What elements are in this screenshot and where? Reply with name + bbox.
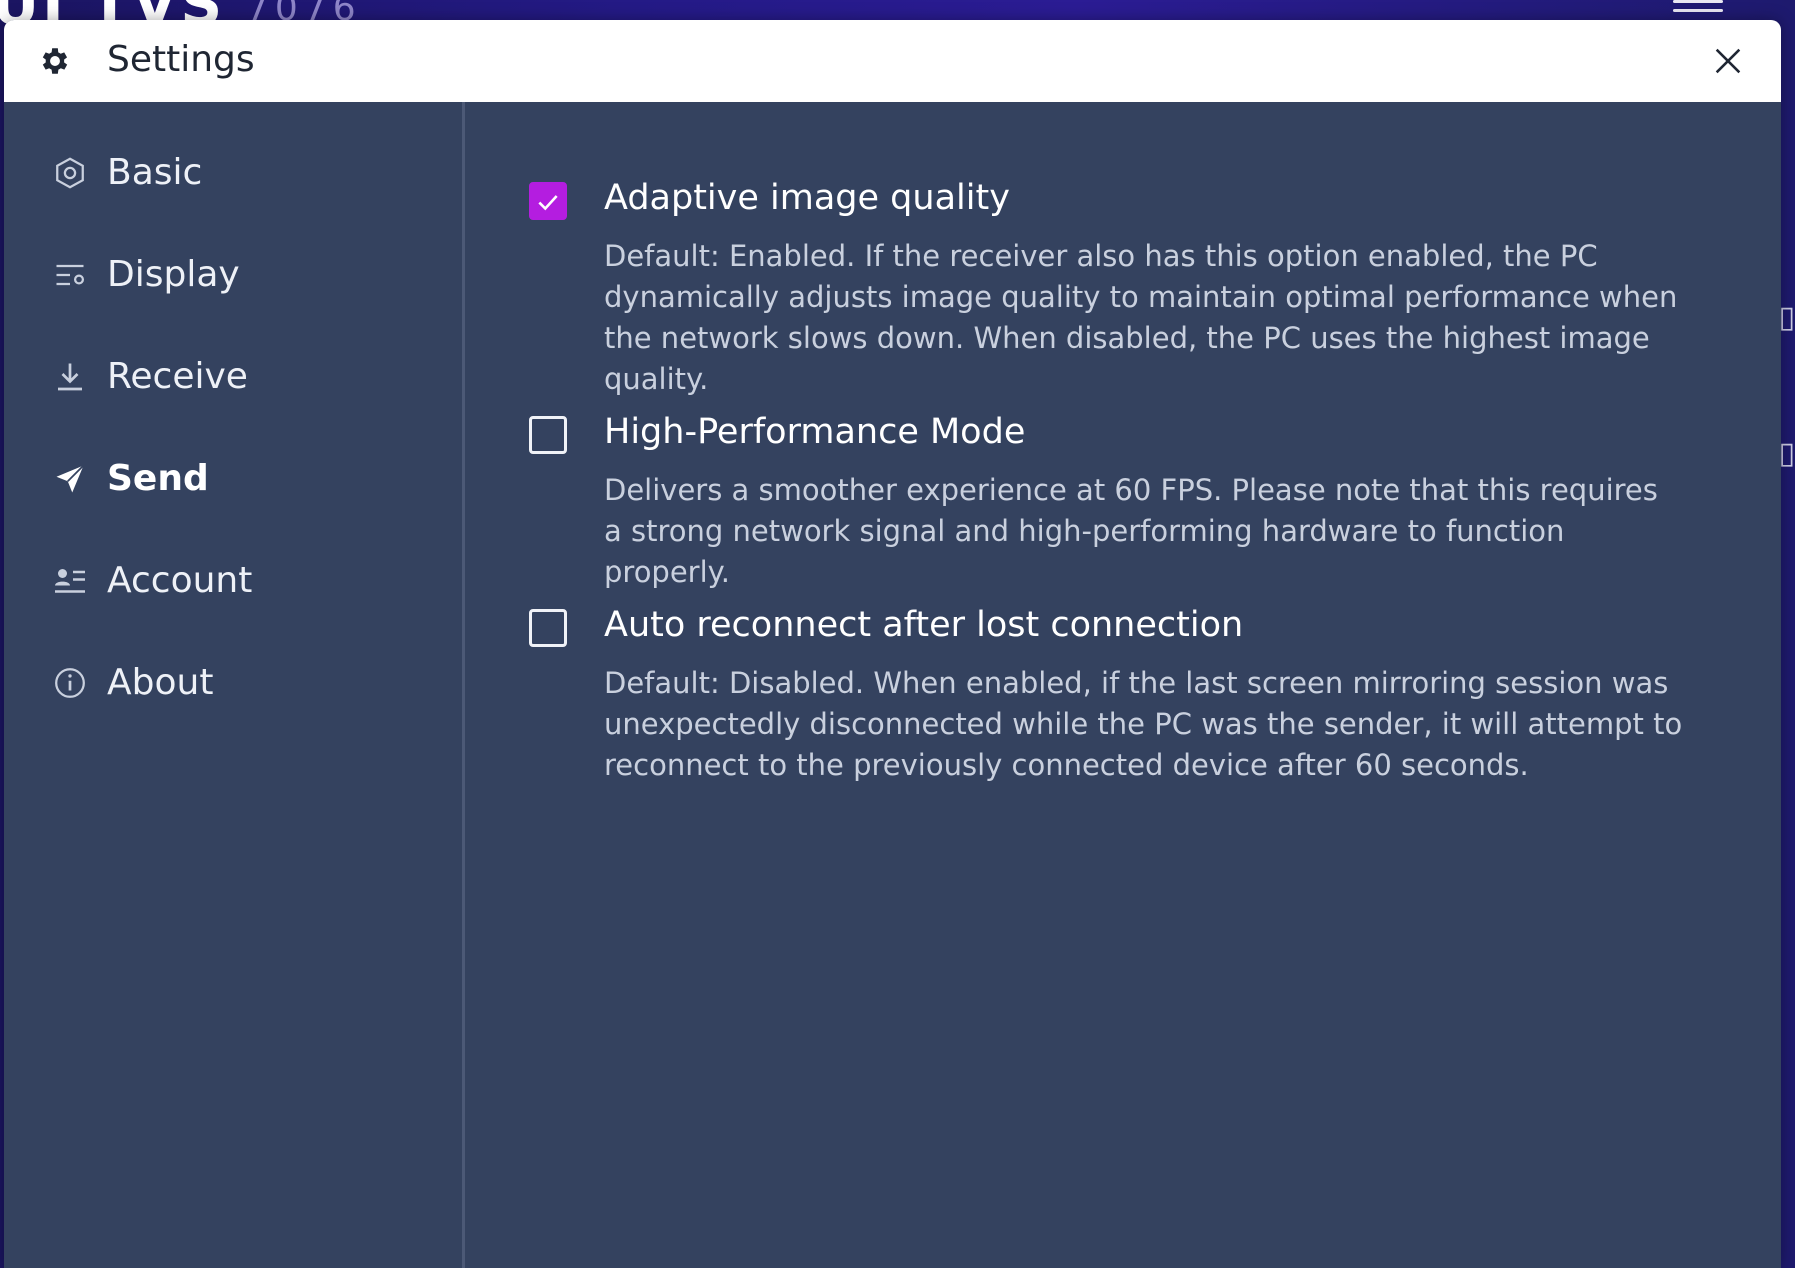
auto-reconnect-checkbox[interactable] xyxy=(529,609,567,647)
sidebar-item-about[interactable]: About xyxy=(4,649,462,719)
close-icon[interactable] xyxy=(1711,44,1745,78)
option-title: High-Performance Mode xyxy=(604,412,1026,452)
sidebar-item-label: Display xyxy=(107,254,240,295)
download-icon xyxy=(58,363,82,391)
sidebar-item-receive[interactable]: Receive xyxy=(4,343,462,413)
dialog-title: Settings xyxy=(107,39,255,80)
sidebar-item-label: Basic xyxy=(107,152,203,193)
sidebar-item-label: Receive xyxy=(107,356,248,397)
display-settings-icon xyxy=(56,264,85,286)
hamburger-menu-icon[interactable] xyxy=(1673,0,1723,16)
checkmark-icon xyxy=(538,195,558,211)
info-icon xyxy=(55,668,85,698)
settings-dialog: Settings Basic Display Receive Send Acco… xyxy=(4,20,1781,1268)
sidebar-item-label: Account xyxy=(107,560,253,601)
gear-icon xyxy=(42,48,68,74)
dialog-titlebar: Settings xyxy=(4,20,1781,102)
high-performance-mode-checkbox[interactable] xyxy=(529,416,567,454)
settings-sidebar: Basic Display Receive Send Account About xyxy=(4,102,465,1268)
option-description: Default: Disabled. When enabled, if the … xyxy=(604,666,1683,782)
adaptive-image-quality-checkbox[interactable] xyxy=(529,182,567,220)
sidebar-item-label: Send xyxy=(107,458,209,499)
option-description: Delivers a smoother experience at 60 FPS… xyxy=(604,473,1658,589)
option-title: Adaptive image quality xyxy=(604,178,1010,218)
sidebar-item-basic[interactable]: Basic xyxy=(4,139,462,209)
send-icon xyxy=(56,464,85,493)
send-settings-panel: Adaptive image quality Default: Enabled.… xyxy=(465,102,1781,1268)
hexagon-settings-icon xyxy=(56,157,84,189)
account-icon xyxy=(55,569,85,593)
option-description: Default: Enabled. If the receiver also h… xyxy=(604,239,1678,396)
sidebar-item-send[interactable]: Send xyxy=(4,445,462,515)
sidebar-item-account[interactable]: Account xyxy=(4,547,462,617)
sidebar-item-label: About xyxy=(107,662,214,703)
option-title: Auto reconnect after lost connection xyxy=(604,605,1244,645)
sidebar-item-display[interactable]: Display xyxy=(4,241,462,311)
dialog-body: Basic Display Receive Send Account About… xyxy=(4,102,1781,1268)
